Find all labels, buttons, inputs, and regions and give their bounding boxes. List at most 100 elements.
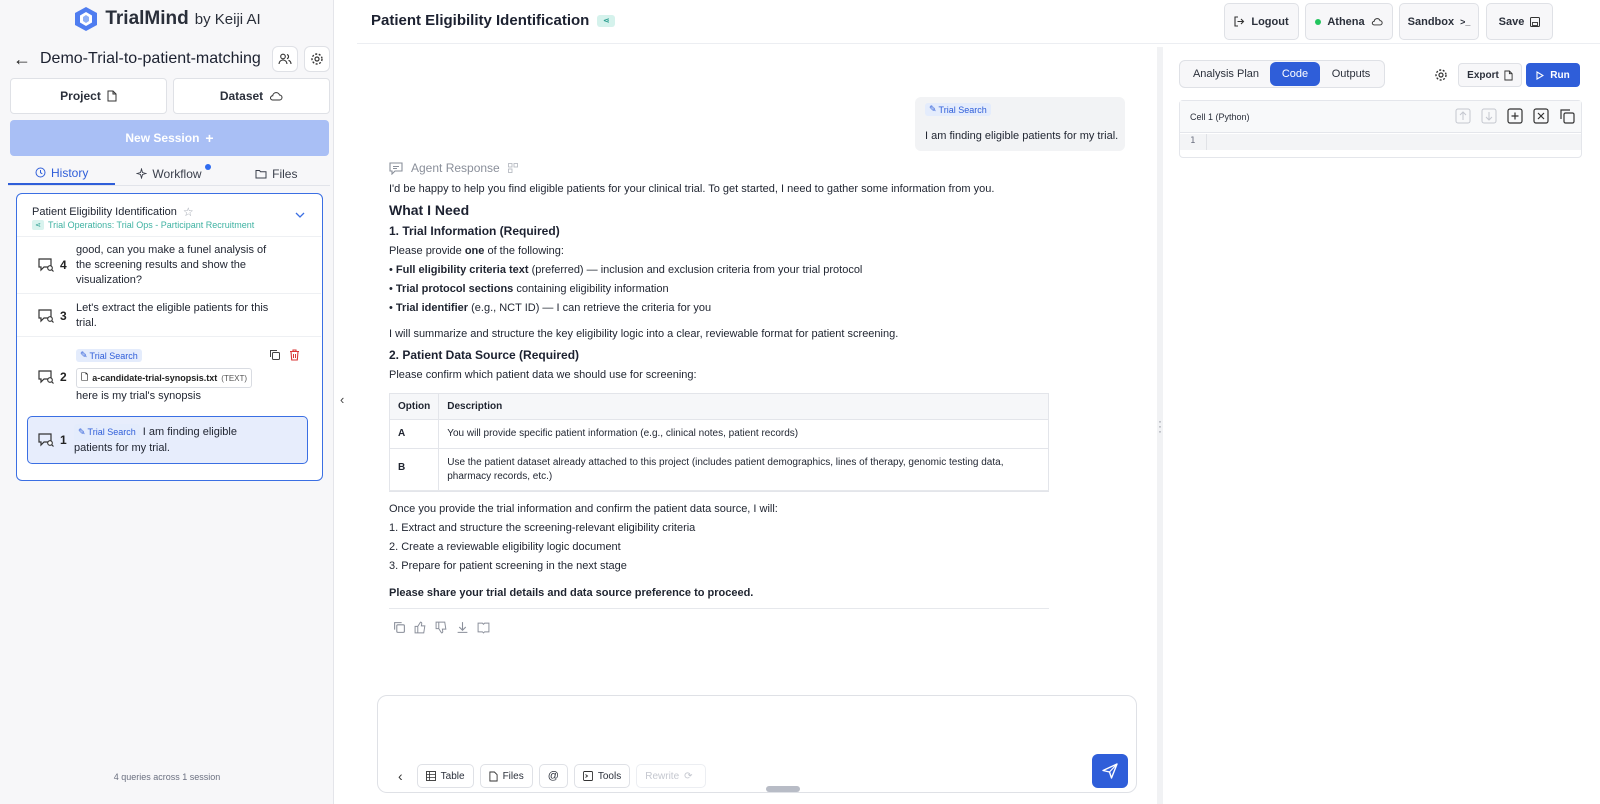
files-tool-button[interactable]: Files [479, 764, 533, 788]
once-line: Once you provide the trial information a… [389, 503, 778, 515]
tag-label: Trial Search [89, 350, 138, 361]
code-editor[interactable]: 1 [1180, 134, 1581, 150]
query-text: ✎ Trial Search I am finding eligible pat… [74, 424, 274, 456]
tab-analysis-plan[interactable]: Analysis Plan [1182, 62, 1270, 86]
export-button[interactable]: Export [1458, 63, 1522, 87]
query-number: 2 [60, 370, 67, 384]
project-button[interactable]: Project [10, 78, 167, 114]
move-down-icon[interactable] [1481, 108, 1497, 124]
thumbs-down-icon[interactable] [435, 621, 448, 634]
grid-icon [507, 163, 518, 173]
trial-search-tag: ✎ Trial Search [74, 424, 140, 441]
user-message: ✎ Trial Search I am finding eligible pat… [915, 97, 1125, 151]
resize-handle[interactable] [766, 786, 800, 792]
gear-icon[interactable] [1434, 68, 1448, 82]
chat-search-icon [38, 370, 54, 384]
tools-button[interactable]: Tools [573, 764, 631, 788]
move-up-icon[interactable] [1455, 108, 1471, 124]
run-button[interactable]: Run [1526, 63, 1580, 87]
query-number: 3 [60, 309, 67, 323]
sandbox-button[interactable]: Sandbox >_ [1399, 3, 1479, 40]
dataset-button[interactable]: Dataset [173, 78, 330, 114]
file-chip[interactable]: 🗋 a-candidate-trial-synopsis.txt (TEXT) [76, 368, 253, 388]
bullet-item: • Trial identifier (e.g., NCT ID) — I ca… [389, 302, 712, 314]
query-item[interactable]: ✎ Trial Search 2 🗋 a-candidate-trial-syn… [17, 336, 321, 406]
tab-files[interactable]: Files [223, 162, 330, 185]
tab-code[interactable]: Code [1270, 62, 1320, 86]
table-tool-button[interactable]: Table [416, 764, 474, 788]
delete-icon[interactable] [289, 349, 300, 364]
thumbs-up-icon[interactable] [414, 621, 427, 634]
bullet-item: • Trial protocol sections containing eli… [389, 283, 669, 295]
divider [389, 608, 1049, 609]
heading-what-i-need: What I Need [389, 202, 470, 218]
notification-dot [204, 164, 211, 170]
table-cell: A [388, 419, 440, 449]
history-icon [35, 167, 46, 178]
delete-cell-icon[interactable] [1533, 108, 1549, 124]
tools-label: Tools [597, 770, 622, 782]
tab-workflow[interactable]: Workflow [115, 162, 222, 185]
page-title: Patient Eligibility Identification [371, 12, 590, 29]
file-name: a-candidate-trial-synopsis.txt [92, 373, 218, 383]
code-cell[interactable]: Cell 1 (Python) 1 [1179, 100, 1582, 158]
chat-bubble-icon [389, 161, 403, 175]
chevron-left-icon[interactable]: ‹ [390, 768, 411, 784]
cell-header: Cell 1 (Python) [1180, 101, 1581, 133]
tag-label: Trial Search [938, 104, 987, 115]
play-icon [1536, 70, 1545, 80]
heading-patient-data-source: 2. Patient Data Source (Required) [389, 348, 580, 362]
settings-button[interactable] [304, 46, 330, 72]
copy-cell-icon[interactable] [1559, 108, 1575, 124]
tag-search-icon: ✎ [78, 427, 86, 437]
collapse-sidebar-icon[interactable]: ‹ [340, 392, 352, 408]
query-item[interactable]: 4 good, can you make a funel analysis of… [17, 236, 321, 292]
table-header: Description [438, 393, 1049, 420]
tab-outputs[interactable]: Outputs [1320, 62, 1382, 86]
star-icon[interactable]: ☆ [183, 205, 194, 219]
message-composer[interactable]: ‹ Table Files @ Tools Rewrite ⟳ [377, 695, 1137, 793]
download-icon[interactable] [456, 621, 469, 634]
table-row: B Use the patient dataset already attach… [388, 448, 1049, 492]
book-icon[interactable] [477, 621, 490, 634]
query-item-active[interactable]: 1 ✎ Trial Search I am finding eligible p… [27, 416, 308, 464]
tag-label: Trial Search [87, 427, 136, 437]
trial-search-tag: ✎ Trial Search [925, 103, 991, 116]
refresh-icon: ⟳ [684, 770, 693, 782]
at-icon: @ [547, 770, 559, 782]
gutter-line [1206, 134, 1207, 150]
bullet-bold: Full eligibility criteria text [395, 264, 529, 276]
logout-label: Logout [1251, 15, 1289, 28]
table-row: A You will provide specific patient info… [388, 419, 1049, 449]
provide-bold: one [464, 245, 485, 257]
rewrite-button[interactable]: Rewrite ⟳ [636, 764, 707, 788]
query-item[interactable]: 3 Let's extract the eligible patients fo… [17, 293, 321, 335]
response-actions [393, 621, 490, 634]
athena-button[interactable]: Athena [1305, 3, 1393, 40]
session-card[interactable]: Patient Eligibility Identification ☆ ⋖ T… [16, 193, 323, 481]
new-session-button[interactable]: New Session + [10, 120, 329, 156]
summarize-line: I will summarize and structure the key e… [389, 328, 899, 340]
tab-history[interactable]: History [8, 162, 116, 185]
copy-icon[interactable] [393, 621, 406, 634]
save-button[interactable]: Save [1486, 3, 1553, 40]
workflow-icon: ⋖ [32, 220, 44, 230]
bullet-rest: containing eligibility information [513, 283, 669, 295]
confirm-line: Please confirm which patient data we sho… [389, 369, 697, 381]
project-button-label: Project [60, 89, 101, 103]
step-item: 1. Extract and structure the screening-r… [389, 522, 696, 534]
brand: TrialMind by Keiji AI [0, 4, 334, 34]
mention-tool-button[interactable]: @ [538, 764, 568, 788]
chevron-down-icon[interactable] [294, 209, 306, 221]
session-title-row: Patient Eligibility Identification ☆ [32, 205, 194, 219]
add-cell-icon[interactable] [1507, 108, 1523, 124]
composer-tools: ‹ Table Files @ Tools Rewrite ⟳ [390, 764, 707, 788]
logout-button[interactable]: Logout [1224, 3, 1299, 40]
copy-icon[interactable] [269, 349, 281, 364]
members-button[interactable] [272, 46, 298, 72]
back-arrow-icon[interactable]: ← [12, 49, 32, 69]
table-icon [425, 771, 436, 781]
drag-grip-icon[interactable]: · · · [1158, 415, 1162, 437]
send-button[interactable] [1092, 754, 1128, 788]
table-header-row: Option Description [388, 393, 1049, 420]
